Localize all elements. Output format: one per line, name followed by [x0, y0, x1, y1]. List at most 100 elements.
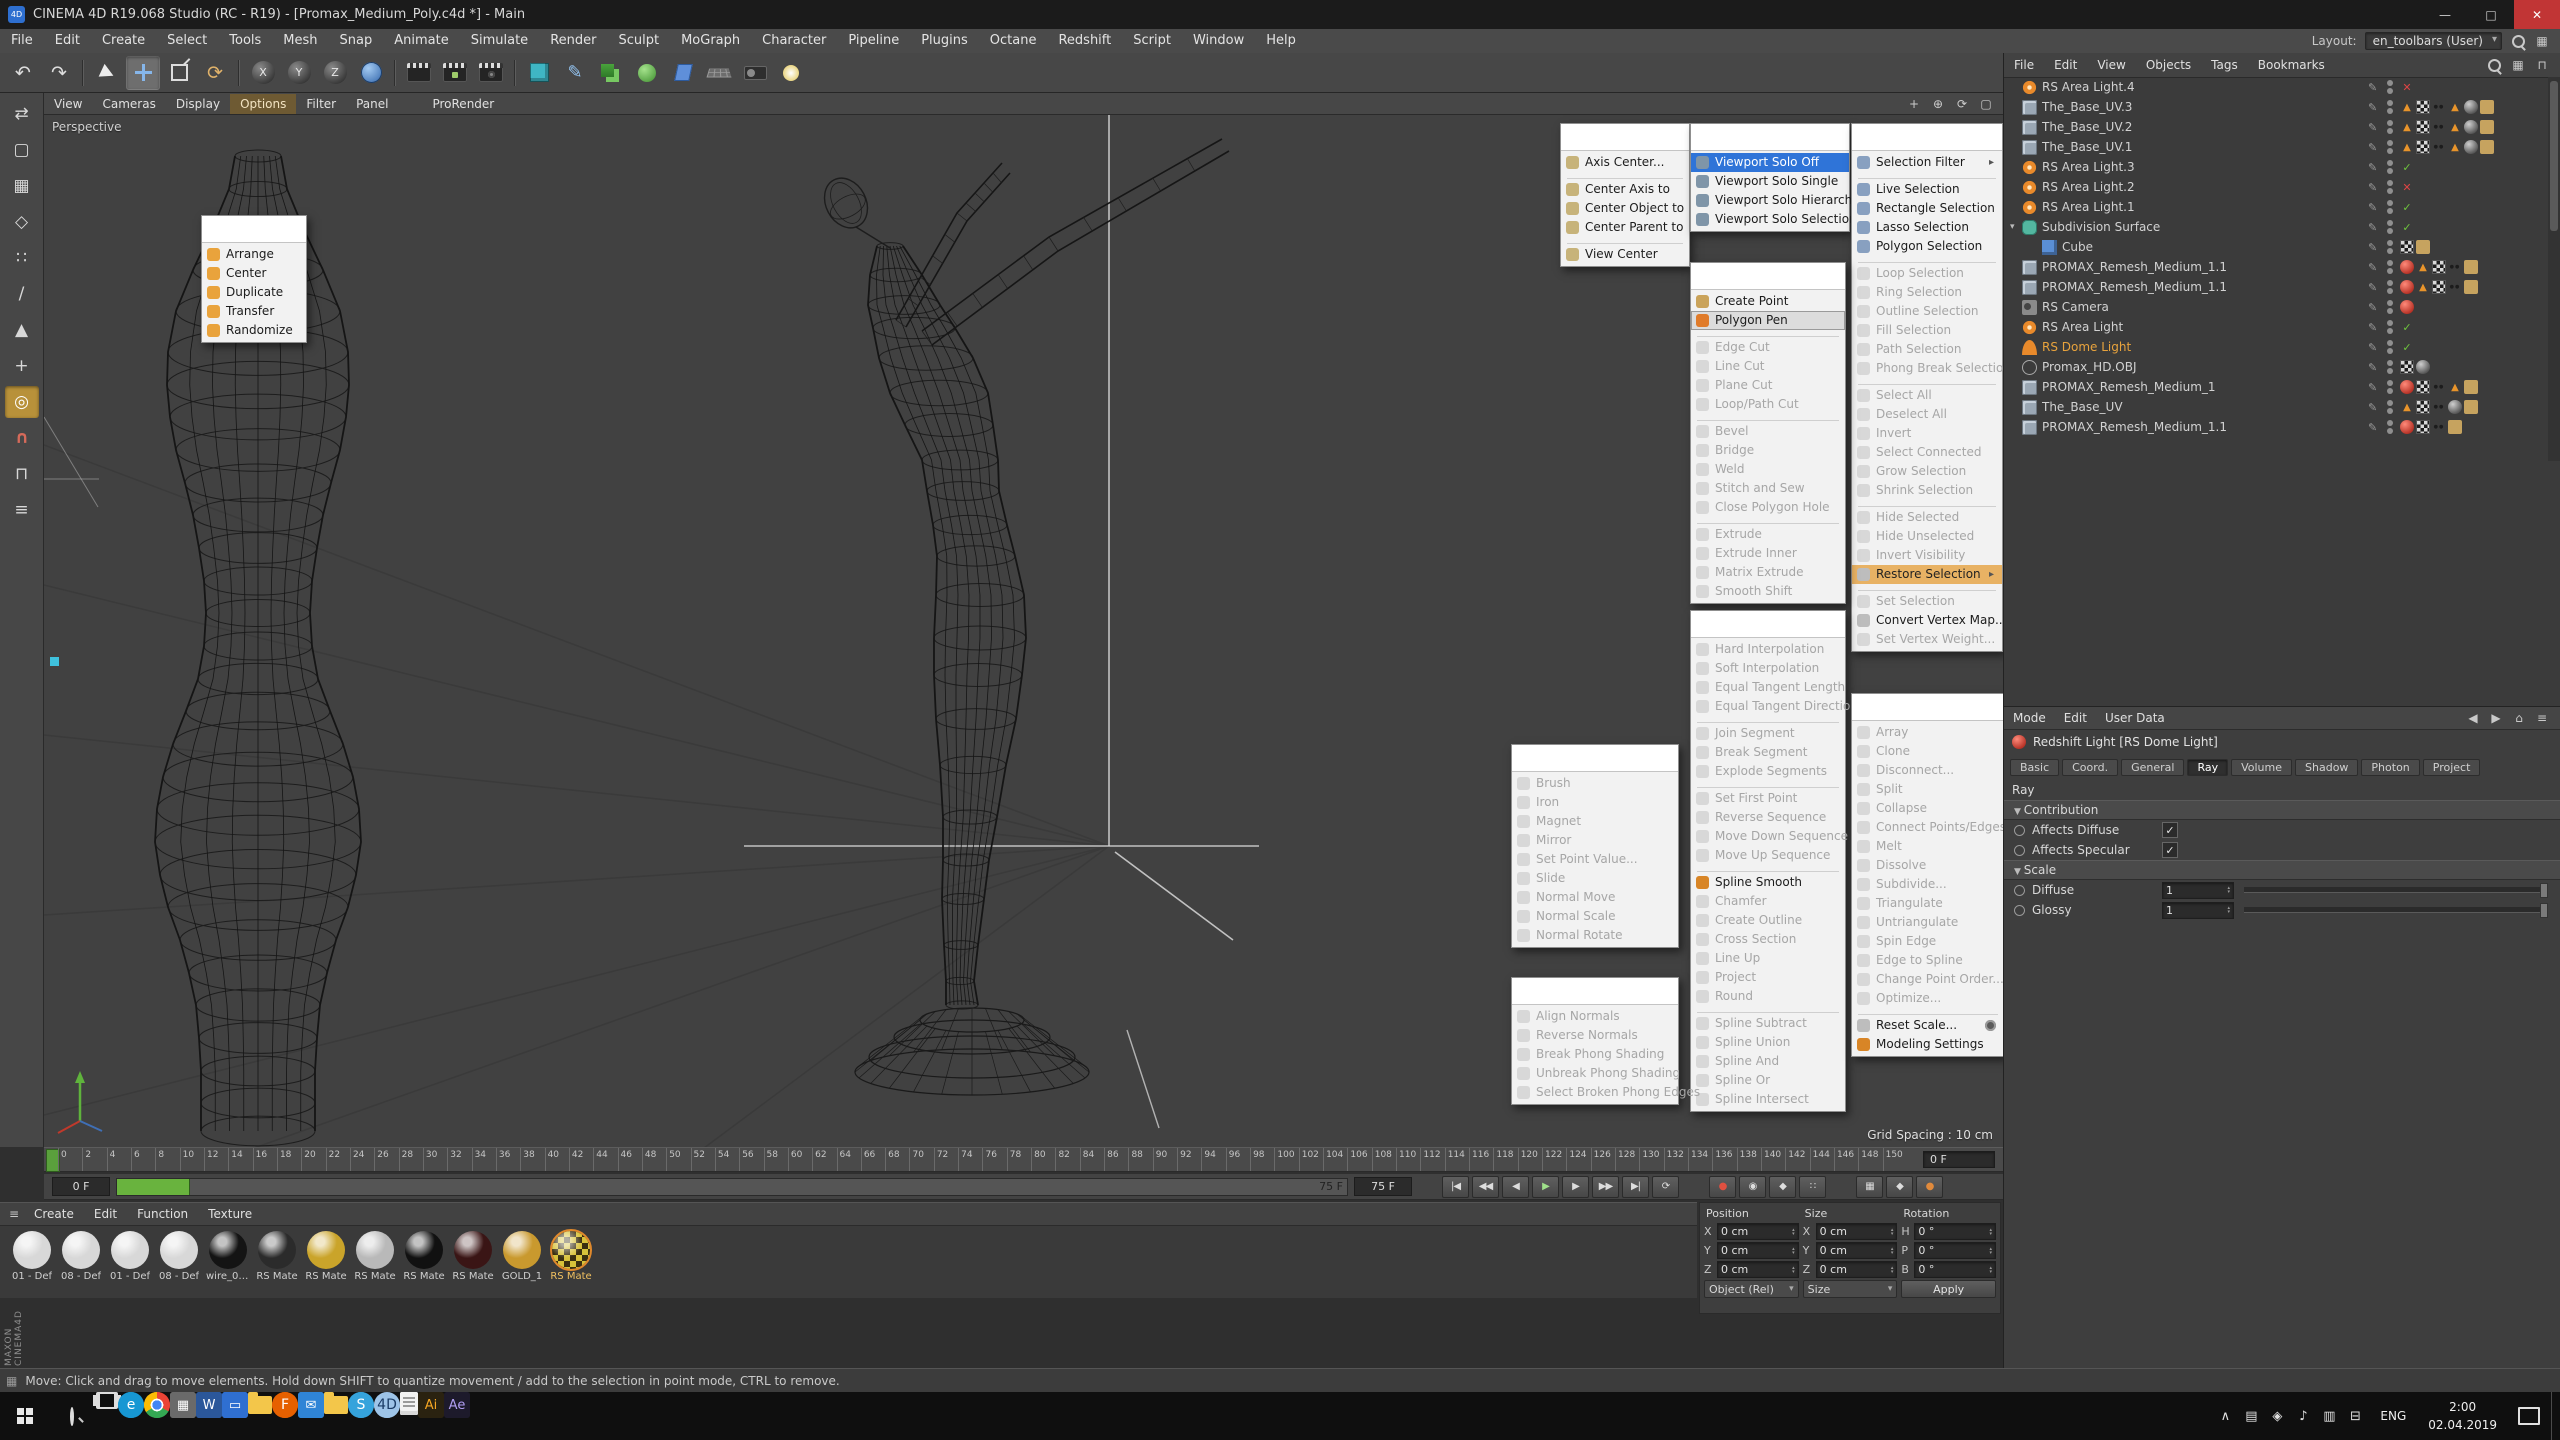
menu-entry[interactable]: Iron: [1512, 793, 1678, 812]
timeline-tick[interactable]: 112: [1420, 1148, 1444, 1171]
visibility-dots[interactable]: [2384, 380, 2396, 394]
timeline-tick[interactable]: 38: [520, 1148, 544, 1171]
tag-check-icon[interactable]: [2400, 220, 2414, 234]
menu-icon[interactable]: ≡: [2534, 710, 2550, 726]
taskbar-app-illustrator[interactable]: Ai: [418, 1392, 444, 1418]
material-item[interactable]: RS Mate: [403, 1231, 445, 1282]
material-item[interactable]: RS Mate: [452, 1231, 494, 1282]
menu-entry[interactable]: [1858, 501, 1996, 507]
edit-icon[interactable]: ✎: [2368, 241, 2384, 254]
menu-entry[interactable]: Normal Scale: [1512, 907, 1678, 926]
timeline-tick[interactable]: 148: [1858, 1148, 1882, 1171]
timeline-tick[interactable]: 104: [1323, 1148, 1347, 1171]
menu-item[interactable]: Redshift: [1047, 29, 1122, 53]
menu-entry[interactable]: Plane Cut: [1691, 376, 1845, 395]
menu-entry[interactable]: Equal Tangent Direction: [1691, 697, 1858, 716]
attribute-tab[interactable]: Photon: [2361, 758, 2420, 776]
tag-tan-icon[interactable]: [2480, 140, 2494, 154]
tray-icon-hidden-icons[interactable]: ∧: [2212, 1392, 2238, 1440]
current-frame-field[interactable]: 0 F: [1923, 1151, 1995, 1168]
object-name[interactable]: PROMAX_Remesh_Medium_1.1: [2042, 420, 2368, 434]
timeline-tick[interactable]: 74: [958, 1148, 982, 1171]
material-preview-sphere[interactable]: [258, 1231, 296, 1269]
toolbar-button-redo[interactable]: ↷: [42, 56, 76, 90]
toolbar-button-simulate[interactable]: [630, 56, 664, 90]
popup-header[interactable]: [1691, 611, 1845, 638]
timeline-tick[interactable]: 86: [1104, 1148, 1128, 1171]
object-name[interactable]: The_Base_UV.3: [2042, 100, 2368, 114]
timeline-tick[interactable]: 10: [179, 1148, 204, 1171]
menu-entry[interactable]: Change Point Order...: [1852, 970, 2003, 989]
value-field[interactable]: 1 ▴ ▾: [2162, 881, 2234, 899]
visibility-dots[interactable]: [2384, 340, 2396, 354]
timeline-tick[interactable]: 126: [1590, 1148, 1615, 1171]
edit-icon[interactable]: ✎: [2368, 221, 2384, 234]
visibility-dots[interactable]: [2384, 240, 2396, 254]
menu-item[interactable]: Select: [156, 29, 218, 53]
menu-entry[interactable]: Equal Tangent Length: [1691, 678, 1845, 697]
menu-entry[interactable]: [1567, 173, 1683, 179]
menu-entry[interactable]: Center Axis to: [1561, 180, 1689, 199]
object-row-PROMAX_Remesh_Medium_1.1[interactable]: PROMAX_Remesh_Medium_1.1 ✎: [2004, 417, 2548, 437]
viewport-menu-item[interactable]: Panel: [346, 94, 398, 114]
taskbar-app-notepad[interactable]: [400, 1392, 418, 1415]
viewport-canvas[interactable]: Perspective Grid Spacing : 10 cm Arrange…: [44, 115, 2003, 1148]
transport-button-goto-start[interactable]: |◀: [1442, 1175, 1469, 1198]
view-label[interactable]: Perspective: [52, 120, 122, 134]
menu-entry[interactable]: Set Point Value...: [1512, 850, 1678, 869]
close-button[interactable]: ✕: [2514, 0, 2560, 29]
timeline-tick[interactable]: 78: [1006, 1148, 1031, 1171]
object-name[interactable]: RS Area Light: [2042, 320, 2368, 334]
menu-entry[interactable]: Reset Scale...: [1852, 1016, 2003, 1035]
size-z-field[interactable]: 0 cm ▴ ▾: [1815, 1261, 1898, 1278]
tag-ball-icon[interactable]: [2464, 100, 2478, 114]
menu-entry[interactable]: Split: [1852, 780, 2003, 799]
timeline-tick[interactable]: 64: [836, 1148, 861, 1171]
edit-icon[interactable]: ✎: [2368, 161, 2384, 174]
menu-entry[interactable]: Move Down Sequence: [1691, 827, 1848, 846]
toolbar-button-render-settings[interactable]: [474, 56, 508, 90]
tag-grid-icon[interactable]: [2416, 400, 2430, 414]
object-row-The_Base_UV.1[interactable]: The_Base_UV.1 ✎: [2004, 137, 2548, 157]
menu-entry[interactable]: Duplicate: [202, 283, 306, 302]
tag-ballred-icon[interactable]: [2400, 260, 2414, 274]
object-name[interactable]: The_Base_UV.2: [2042, 120, 2368, 134]
menu-entry[interactable]: Center: [202, 264, 306, 283]
timeline-tick[interactable]: 48: [641, 1148, 666, 1171]
menu-entry[interactable]: Arrange: [202, 245, 306, 264]
tag-ballred-icon[interactable]: [2400, 380, 2414, 394]
menu-entry[interactable]: Spline Subtract: [1691, 1014, 1845, 1033]
home-icon[interactable]: ⌂: [2511, 710, 2527, 726]
object-manager-menu-item[interactable]: Edit: [2044, 53, 2087, 77]
timeline-tick[interactable]: 94: [1201, 1148, 1225, 1171]
timeline-tick[interactable]: 16: [252, 1148, 277, 1171]
visibility-dots[interactable]: [2384, 220, 2396, 234]
taskbar-app-file-explorer[interactable]: [248, 1392, 272, 1414]
timeline-tick[interactable]: 40: [544, 1148, 569, 1171]
tag-grid-icon[interactable]: [2432, 280, 2446, 294]
tag-ballred-icon[interactable]: [2400, 420, 2414, 434]
tray-icon-network[interactable]: ▥: [2316, 1392, 2342, 1440]
material-preview-sphere[interactable]: [111, 1231, 149, 1269]
object-name[interactable]: The_Base_UV: [2042, 400, 2368, 414]
visibility-dots[interactable]: [2384, 400, 2396, 414]
timeline-tick[interactable]: 114: [1444, 1148, 1469, 1171]
menu-item[interactable]: Plugins: [910, 29, 979, 53]
menu-entry[interactable]: Shrink Selection: [1852, 481, 2002, 500]
forward-icon[interactable]: ▶: [2488, 710, 2504, 726]
attribute-tab[interactable]: Ray: [2187, 758, 2229, 776]
object-manager-menu-item[interactable]: Tags: [2201, 53, 2248, 77]
object-row-RS Area Light.3[interactable]: RS Area Light.3 ✎: [2004, 157, 2548, 177]
taskbar-app-chrome[interactable]: [144, 1392, 170, 1418]
transport-button-play[interactable]: ▶: [1532, 1175, 1559, 1198]
popup-header[interactable]: [1852, 694, 2003, 721]
menu-entry[interactable]: [1697, 518, 1839, 524]
object-name[interactable]: Cube: [2062, 240, 2368, 254]
object-row-The_Base_UV.2[interactable]: The_Base_UV.2 ✎: [2004, 117, 2548, 137]
record-button-record-active-objects[interactable]: ●: [1709, 1175, 1736, 1198]
menu-entry[interactable]: Phong Break Selection: [1852, 359, 2003, 378]
expand-arrow[interactable]: ▾: [2010, 222, 2022, 232]
taskbar-app-folder[interactable]: [324, 1392, 348, 1414]
menu-entry[interactable]: Set Selection: [1852, 592, 2002, 611]
material-menu-item[interactable]: Texture: [198, 1207, 262, 1221]
